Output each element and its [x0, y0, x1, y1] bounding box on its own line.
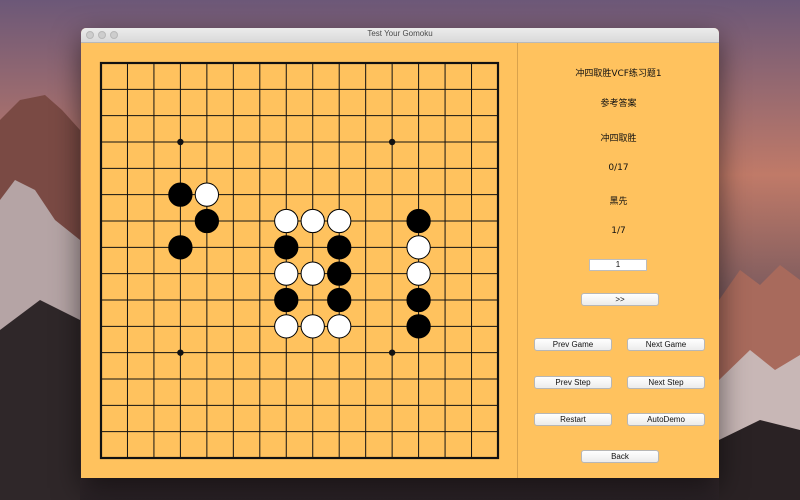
puzzle-progress: 1/7	[611, 226, 626, 236]
move-progress: 0/17	[608, 163, 629, 173]
white-stone	[274, 208, 299, 234]
white-stone	[300, 261, 325, 286]
white-stone	[300, 314, 325, 339]
puzzle-title: 冲四取胜VCF练习题1	[575, 69, 662, 79]
black-stone	[406, 287, 431, 313]
white-stone	[327, 314, 352, 339]
white-stone	[406, 235, 431, 260]
black-stone	[406, 208, 431, 234]
black-stone	[327, 261, 352, 286]
black-stone	[327, 235, 352, 260]
white-stone	[327, 208, 352, 234]
white-stone	[406, 261, 431, 286]
app-window: Test Your Gomoku 冲四取胜VCF练习题1 参考答案 冲四取胜 0…	[81, 28, 719, 478]
back-button[interactable]: Back	[581, 450, 659, 463]
black-stone	[168, 182, 193, 207]
star-point	[177, 138, 184, 146]
goal-label: 冲四取胜	[600, 134, 637, 144]
star-point	[177, 349, 184, 356]
black-stone	[274, 235, 299, 260]
star-point	[388, 138, 396, 146]
black-stone	[327, 287, 352, 313]
star-point	[388, 349, 396, 356]
black-stone	[274, 287, 299, 313]
white-stone	[300, 208, 325, 234]
board-border	[99, 61, 500, 460]
reference-answer-label: 参考答案	[600, 99, 637, 109]
next-step-button[interactable]: Next Step	[627, 376, 705, 389]
restart-button[interactable]: Restart	[534, 413, 612, 426]
first-player-label: 黑先	[609, 197, 628, 207]
prev-step-button[interactable]: Prev Step	[534, 376, 612, 389]
gomoku-board[interactable]	[81, 28, 517, 478]
black-stone	[168, 235, 193, 260]
jump-button[interactable]: >>	[581, 293, 659, 306]
black-stone	[406, 314, 431, 339]
white-stone	[274, 261, 299, 286]
black-stone	[194, 208, 220, 234]
auto-demo-button[interactable]: AutoDemo	[627, 413, 705, 426]
prev-game-button[interactable]: Prev Game	[534, 338, 612, 351]
next-game-button[interactable]: Next Game	[627, 338, 705, 351]
white-stone	[274, 314, 299, 339]
white-stone	[194, 182, 220, 207]
puzzle-number-input[interactable]: 1	[589, 259, 647, 271]
